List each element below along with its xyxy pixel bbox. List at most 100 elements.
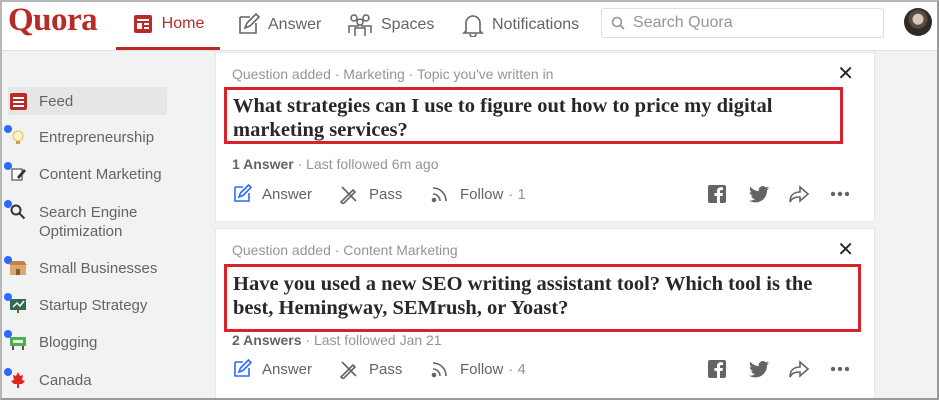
nav-spaces[interactable]: Spaces — [347, 0, 434, 50]
share-arrow-icon — [789, 185, 810, 203]
follow-label: Follow — [460, 185, 504, 203]
pass-button[interactable]: Pass — [339, 184, 402, 204]
nav-notifications[interactable]: Notifications — [462, 0, 579, 50]
share-arrow-icon — [789, 360, 810, 378]
sidebar-item-label: Blogging — [39, 334, 98, 351]
pencil-square-icon — [234, 359, 252, 377]
answer-label: Answer — [262, 185, 313, 203]
unread-dot — [4, 256, 12, 264]
follow-button[interactable]: Follow · 4 — [430, 359, 526, 379]
sidebar-item-content-marketing[interactable]: Content Marketing — [4, 162, 167, 184]
sidebar-item-seo[interactable]: Search Engine Optimization — [4, 200, 167, 241]
more-dots-icon — [830, 366, 850, 372]
pencil-square-icon — [234, 184, 252, 202]
search-icon — [611, 16, 625, 30]
sidebar-item-label: Startup Strategy — [39, 297, 148, 314]
quora-logo[interactable]: Quora — [8, 2, 98, 39]
highlight-box: What strategies can I use to figure out … — [224, 87, 843, 144]
more-options-button[interactable] — [829, 359, 851, 379]
sidebar-item-label: Search Engine Optimization — [39, 204, 138, 240]
feed-icon — [8, 92, 28, 110]
more-options-button[interactable] — [829, 184, 851, 204]
follow-button[interactable]: Follow · 1 — [430, 184, 526, 204]
rss-follow-icon — [431, 187, 447, 203]
unread-dot — [4, 200, 12, 208]
pass-button[interactable]: Pass — [339, 359, 402, 379]
sidebar-item-startup-strategy[interactable]: Startup Strategy — [4, 293, 167, 315]
chalkboard-icon — [4, 293, 28, 314]
twitter-icon — [749, 186, 769, 203]
follow-count: · 1 — [508, 185, 526, 203]
unread-dot — [4, 162, 12, 170]
feed-card: Question added · Content Marketing ✕ Hav… — [215, 228, 875, 400]
unread-dot — [4, 330, 12, 338]
search-input[interactable] — [631, 13, 875, 33]
unread-dot — [4, 293, 12, 301]
sidebar-item-entrepreneurship[interactable]: Entrepreneurship — [4, 125, 167, 147]
answer-stats: 1 Answer · Last followed 6m ago — [232, 156, 438, 172]
people-group-icon — [348, 14, 372, 36]
pass-label: Pass — [369, 360, 403, 378]
unread-dot — [4, 368, 12, 376]
user-avatar[interactable] — [904, 8, 932, 36]
pencil-note-icon — [4, 162, 28, 183]
rss-follow-icon — [431, 362, 447, 378]
nav-answer-label: Answer — [268, 16, 322, 33]
follow-count: · 4 — [508, 360, 526, 378]
sidebar-item-label: Feed — [39, 92, 74, 110]
home-feed-icon — [133, 14, 152, 33]
more-dots-icon — [830, 191, 850, 197]
last-followed: · Last followed 6m ago — [293, 156, 439, 172]
magnifier-icon — [4, 200, 28, 221]
nav-home-label: Home — [161, 14, 205, 32]
answer-button[interactable]: Answer — [232, 359, 312, 379]
close-icon[interactable]: ✕ — [837, 64, 854, 84]
twitter-icon — [749, 361, 769, 378]
pencil-square-icon — [239, 13, 260, 34]
nav-home[interactable]: Home — [116, 0, 220, 50]
lightbulb-icon — [4, 125, 28, 146]
nav-notifications-label: Notifications — [492, 16, 580, 33]
sidebar-item-label: Canada — [39, 372, 92, 389]
sidebar-item-blogging[interactable]: Blogging — [4, 330, 167, 352]
answer-stats: 2 Answers · Last followed Jan 21 — [232, 332, 442, 348]
answer-button[interactable]: Answer — [232, 184, 312, 204]
answer-label: Answer — [262, 360, 313, 378]
shop-icon — [4, 256, 28, 277]
facebook-icon — [708, 185, 726, 203]
sidebar-item-label: Content Marketing — [39, 166, 162, 183]
share-forward-button[interactable] — [788, 184, 810, 204]
sidebar-item-feed[interactable]: Feed — [8, 87, 167, 115]
action-bar: Answer Pass Follow · 1 — [232, 184, 858, 208]
nav-spaces-label: Spaces — [381, 16, 435, 33]
sidebar-item-small-businesses[interactable]: Small Businesses — [4, 256, 167, 278]
feed-card: Question added · Marketing · Topic you'v… — [215, 52, 875, 222]
sidebar-item-label: Entrepreneurship — [39, 129, 155, 146]
unread-dot — [4, 125, 12, 133]
answer-count[interactable]: 1 Answer — [232, 156, 294, 172]
pass-pencil-icon — [339, 186, 357, 204]
facebook-share-button[interactable] — [707, 359, 727, 379]
search-box[interactable] — [601, 8, 884, 38]
answer-count[interactable]: 2 Answers — [232, 332, 302, 348]
pass-pencil-icon — [339, 361, 357, 379]
question-title[interactable]: Have you used a new SEO writing assistan… — [227, 267, 858, 320]
card-meta: Question added · Content Marketing — [232, 242, 458, 258]
card-meta: Question added · Marketing · Topic you'v… — [232, 66, 554, 82]
question-title[interactable]: What strategies can I use to figure out … — [227, 90, 840, 142]
maple-leaf-icon — [4, 368, 28, 389]
follow-label: Follow — [460, 360, 504, 378]
highlight-box: Have you used a new SEO writing assistan… — [224, 264, 861, 332]
twitter-share-button[interactable] — [748, 184, 770, 204]
sidebar-item-canada[interactable]: Canada — [4, 368, 167, 390]
twitter-share-button[interactable] — [748, 359, 770, 379]
sidebar-item-label: Small Businesses — [39, 260, 158, 277]
close-icon[interactable]: ✕ — [837, 240, 854, 260]
nav-answer[interactable]: Answer — [236, 0, 321, 50]
share-forward-button[interactable] — [788, 359, 810, 379]
bell-icon — [462, 15, 484, 37]
action-bar: Answer Pass Follow · 4 — [232, 359, 858, 383]
facebook-share-button[interactable] — [707, 184, 727, 204]
top-nav-bar: Quora Home Answer Spaces Notifications — [0, 0, 939, 51]
last-followed: · Last followed Jan 21 — [301, 332, 442, 348]
